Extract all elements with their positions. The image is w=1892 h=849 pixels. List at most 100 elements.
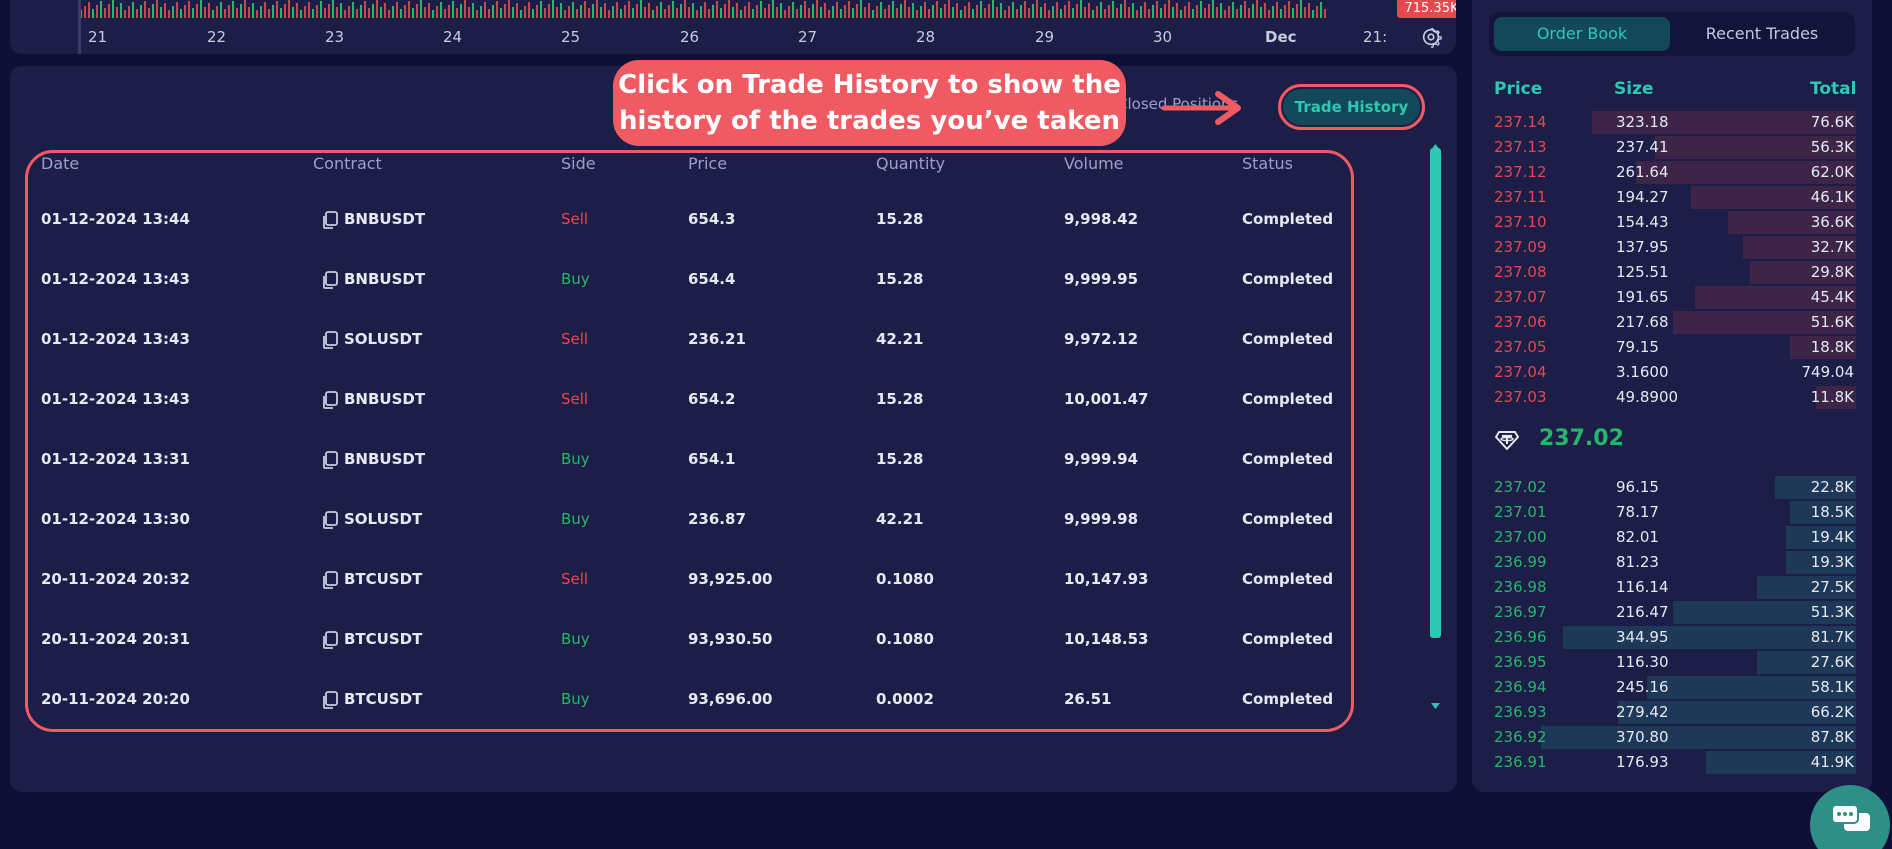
volume-bar [1280, 9, 1282, 18]
table-row[interactable]: 01-12-2024 13:43 BNBUSDT Sell 654.2 15.28 10,… [0, 388, 1400, 448]
ask-row[interactable]: 237.14 323.18 76.6K [1490, 110, 1856, 135]
bid-row[interactable]: 236.97 216.47 51.3K [1490, 600, 1856, 625]
volume-bar [748, 2, 750, 18]
ask-row[interactable]: 237.05 79.15 18.8K [1490, 335, 1856, 360]
volume-bar [1264, 3, 1266, 18]
cell-status: Completed [1242, 690, 1334, 708]
volume-bar [452, 1, 454, 18]
ask-row[interactable]: 237.13 237.41 56.3K [1490, 135, 1856, 160]
volume-bar [1292, 8, 1294, 18]
copy-icon[interactable] [321, 270, 339, 290]
bid-row[interactable]: 237.02 96.15 22.8K [1490, 475, 1856, 500]
volume-bar [1004, 10, 1006, 18]
copy-icon[interactable] [321, 630, 339, 650]
copy-icon[interactable] [321, 690, 339, 710]
bid-row[interactable]: 236.92 370.80 87.8K [1490, 725, 1856, 750]
volume-bar [304, 6, 306, 18]
copy-icon[interactable] [321, 450, 339, 470]
bid-price: 236.97 [1494, 603, 1547, 621]
bid-row[interactable]: 236.96 344.95 81.7K [1490, 625, 1856, 650]
volume-bar [1144, 2, 1146, 18]
ask-price: 237.13 [1494, 138, 1547, 156]
ask-row[interactable]: 237.11 194.27 46.1K [1490, 185, 1856, 210]
table-row[interactable]: 01-12-2024 13:43 BNBUSDT Buy 654.4 15.28 9,99… [0, 268, 1400, 328]
volume-bar [324, 8, 326, 18]
chat-button[interactable] [1810, 785, 1890, 849]
cell-volume: 9,972.12 [1064, 330, 1139, 348]
volume-bar [804, 1, 806, 18]
bid-row[interactable]: 237.00 82.01 19.4K [1490, 525, 1856, 550]
volume-bar [620, 9, 622, 18]
gear-icon[interactable] [1420, 26, 1442, 48]
cell-volume: 10,148.53 [1064, 630, 1149, 648]
ask-row[interactable]: 237.04 3.1600 749.04 [1490, 360, 1856, 385]
volume-bar [404, 5, 406, 18]
copy-icon[interactable] [321, 390, 339, 410]
ask-row[interactable]: 237.10 154.43 36.6K [1490, 210, 1856, 235]
copy-icon[interactable] [321, 330, 339, 350]
bid-price: 236.91 [1494, 753, 1547, 771]
bid-row[interactable]: 236.95 116.30 27.6K [1490, 650, 1856, 675]
ask-row[interactable]: 237.09 137.95 32.7K [1490, 235, 1856, 260]
table-row[interactable]: 20-11-2024 20:20 BTCUSDT Buy 93,696.00 0.000… [0, 688, 1400, 748]
volume-bar [96, 5, 98, 18]
volume-bar [216, 6, 218, 18]
volume-bar [764, 8, 766, 18]
table-row[interactable]: 01-12-2024 13:31 BNBUSDT Buy 654.1 15.28 9,99… [0, 448, 1400, 508]
column-header-side: Side [561, 154, 596, 173]
table-row[interactable]: 20-11-2024 20:31 BTCUSDT Buy 93,930.50 0.108… [0, 628, 1400, 688]
copy-icon[interactable] [321, 510, 339, 530]
ask-row[interactable]: 237.07 191.65 45.4K [1490, 285, 1856, 310]
volume-bar [104, 8, 106, 18]
price-chart[interactable]: 21 22 23 24 25 26 27 28 29 30 Dec 21: 715.35K [10, 0, 1456, 54]
table-row[interactable]: 20-11-2024 20:32 BTCUSDT Sell 93,925.00 0.10… [0, 568, 1400, 628]
ask-row[interactable]: 237.06 217.68 51.6K [1490, 310, 1856, 335]
volume-bar [1320, 2, 1322, 18]
volume-bar [1000, 3, 1002, 18]
volume-bar [224, 9, 226, 18]
bid-row[interactable]: 236.99 81.23 19.3K [1490, 550, 1856, 575]
volume-bar [520, 10, 522, 18]
volume-bar [632, 8, 634, 18]
bid-row[interactable]: 236.98 116.14 27.5K [1490, 575, 1856, 600]
volume-bar [128, 6, 130, 18]
tab-recent-trades[interactable]: Recent Trades [1674, 17, 1850, 51]
volume-bar [708, 9, 710, 18]
volume-bar [744, 6, 746, 18]
table-row[interactable]: 01-12-2024 13:30 SOLUSDT Buy 236.87 42.21 9,9… [0, 508, 1400, 568]
bid-row[interactable]: 237.01 78.17 18.5K [1490, 500, 1856, 525]
chat-icon [1831, 804, 1870, 831]
volume-bar [776, 7, 778, 18]
copy-icon[interactable] [321, 570, 339, 590]
volume-bar [968, 2, 970, 18]
cell-price: 654.1 [688, 450, 736, 468]
tab-order-book[interactable]: Order Book [1494, 17, 1670, 51]
volume-bar [112, 0, 114, 18]
cell-quantity: 15.28 [876, 450, 924, 468]
bid-row[interactable]: 236.94 245.16 58.1K [1490, 675, 1856, 700]
volume-bar [584, 1, 586, 18]
volume-bar [188, 1, 190, 18]
bid-row[interactable]: 236.93 279.42 66.2K [1490, 700, 1856, 725]
volume-bar [260, 6, 262, 18]
volume-bar [512, 7, 514, 18]
table-row[interactable]: 01-12-2024 13:44 BNBUSDT Sell 654.3 15.28 9,9… [0, 208, 1400, 268]
chart-date-tick: 26 [680, 28, 700, 46]
scroll-down-icon[interactable] [1431, 702, 1440, 710]
bid-row[interactable]: 236.91 176.93 41.9K [1490, 750, 1856, 775]
volume-bar [832, 6, 834, 18]
table-row[interactable]: 01-12-2024 13:43 SOLUSDT Sell 236.21 42.21 9,… [0, 328, 1400, 388]
table-scrollbar[interactable] [1430, 148, 1441, 638]
cell-volume: 9,999.94 [1064, 450, 1139, 468]
tab-trade-history[interactable]: Trade History [1283, 89, 1420, 125]
bid-total: 19.3K [1810, 553, 1854, 571]
ask-row[interactable]: 237.12 261.64 62.0K [1490, 160, 1856, 185]
volume-bar [1092, 10, 1094, 18]
ask-size: 154.43 [1616, 213, 1669, 231]
order-book-tabs: Order Book Recent Trades [1489, 12, 1855, 56]
volume-bar [564, 10, 566, 18]
volume-bar [524, 6, 526, 18]
ask-row[interactable]: 237.08 125.51 29.8K [1490, 260, 1856, 285]
ask-row[interactable]: 237.03 49.8900 11.8K [1490, 385, 1856, 410]
copy-icon[interactable] [321, 210, 339, 230]
